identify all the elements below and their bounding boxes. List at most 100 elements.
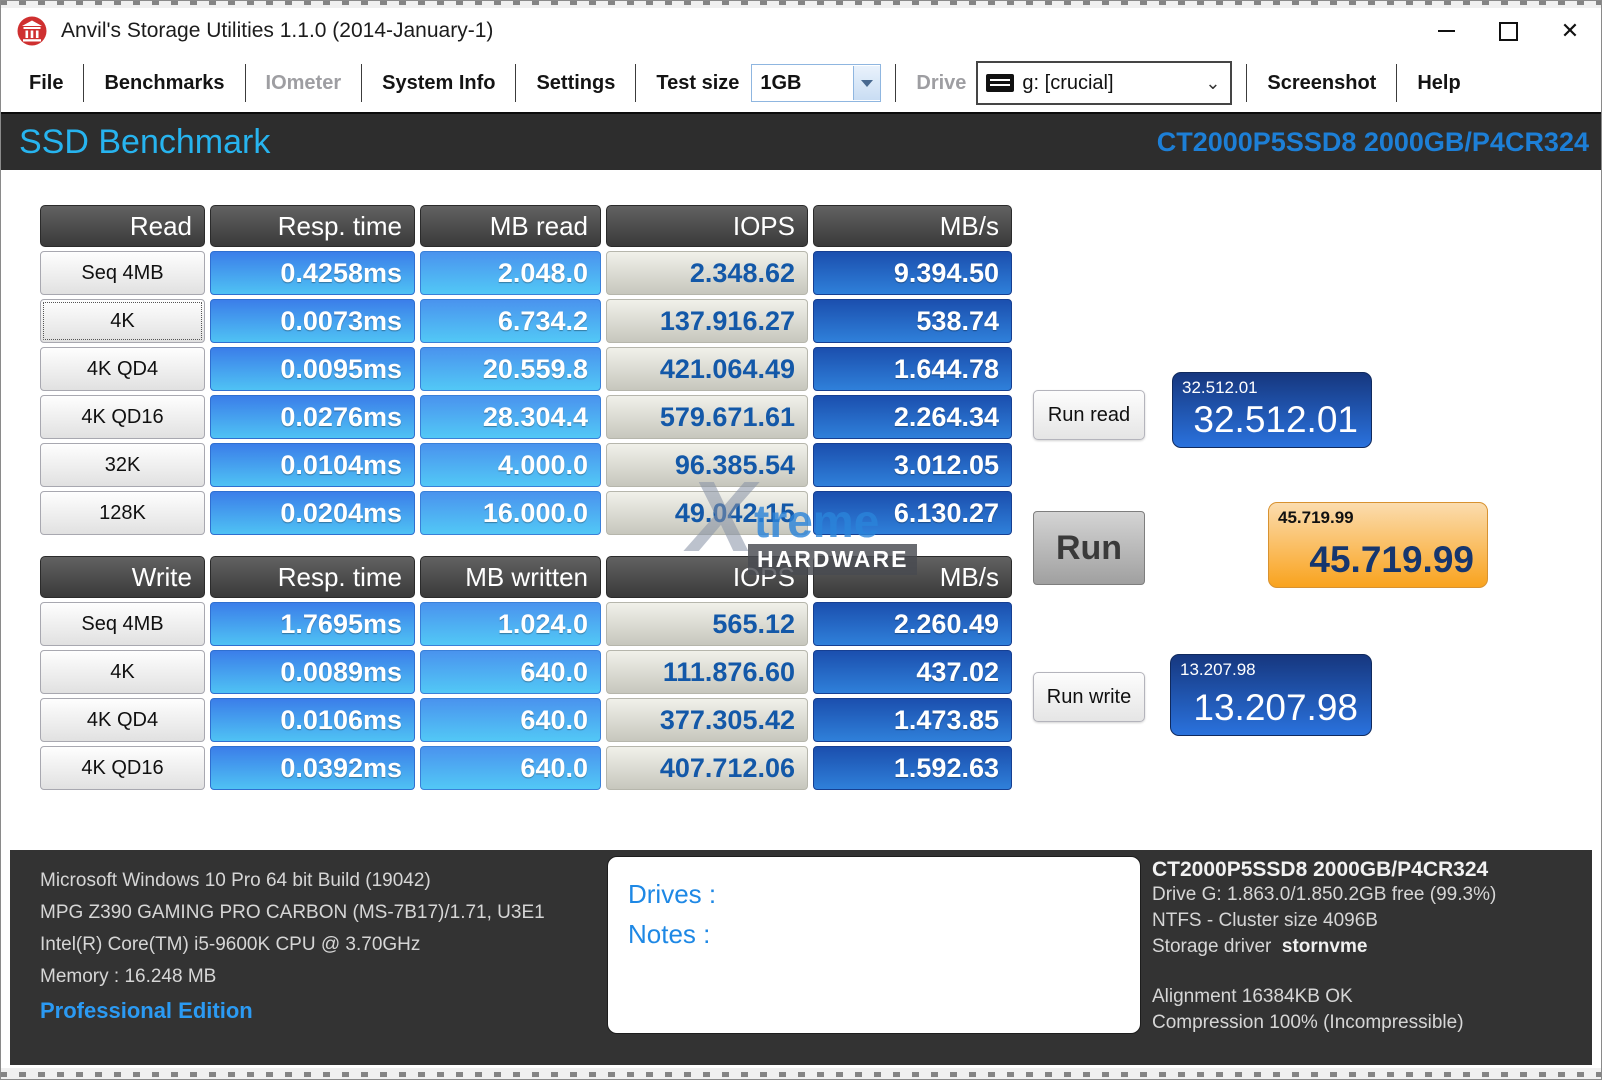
footer-drive-free: Drive G: 1.863.0/1.850.2GB free (99.3%) <box>1152 884 1496 906</box>
drive-select[interactable]: g: [crucial] ⌄ <box>976 61 1232 105</box>
read-mbs-cell: 2.264.34 <box>813 395 1012 439</box>
system-cpu-line: Intel(R) Core(TM) i5-9600K CPU @ 3.70GHz <box>40 934 420 956</box>
close-icon: ✕ <box>1561 20 1579 42</box>
read-resp-time-cell: 0.0073ms <box>210 299 415 343</box>
notes-box[interactable]: Drives : Notes : <box>607 856 1141 1034</box>
write-iops-cell: 565.12 <box>606 602 808 646</box>
maximize-icon <box>1499 22 1518 41</box>
menu-iometer: IOmeter <box>246 72 362 95</box>
menu-system-info[interactable]: System Info <box>362 72 515 95</box>
read-iops-cell: 96.385.54 <box>606 443 808 487</box>
write-mb-cell: 640.0 <box>420 650 601 694</box>
test-size-value: 1GB <box>752 72 853 95</box>
write-header-mbs: MB/s <box>813 556 1012 598</box>
write-header-resp-time: Resp. time <box>210 556 415 598</box>
read-resp-time-cell: 0.0095ms <box>210 347 415 391</box>
read-resp-time-cell: 0.0276ms <box>210 395 415 439</box>
read-mbs-cell: 538.74 <box>813 299 1012 343</box>
read-row-button-128k[interactable]: 128K <box>40 491 205 535</box>
read-iops-cell: 137.916.27 <box>606 299 808 343</box>
read-row-button-seq4mb[interactable]: Seq 4MB <box>40 251 205 295</box>
window-title: Anvil's Storage Utilities 1.1.0 (2014-Ja… <box>61 19 493 43</box>
write-row-button-seq4mb[interactable]: Seq 4MB <box>40 602 205 646</box>
desktop-sliver-bottom <box>0 1068 1602 1080</box>
read-score-small: 32.512.01 <box>1182 378 1258 398</box>
read-iops-cell: 579.671.61 <box>606 395 808 439</box>
write-mbs-cell: 2.260.49 <box>813 602 1012 646</box>
write-resp-time-cell: 0.0106ms <box>210 698 415 742</box>
minimize-button[interactable] <box>1415 9 1477 53</box>
total-score-small: 45.719.99 <box>1278 508 1354 528</box>
footer-panel: Microsoft Windows 10 Pro 64 bit Build (1… <box>10 850 1592 1065</box>
test-size-label: Test size <box>636 72 745 95</box>
menu-benchmarks[interactable]: Benchmarks <box>84 72 244 95</box>
read-mbs-cell: 9.394.50 <box>813 251 1012 295</box>
read-mb-cell: 2.048.0 <box>420 251 601 295</box>
write-mbs-cell: 437.02 <box>813 650 1012 694</box>
write-mb-cell: 640.0 <box>420 698 601 742</box>
read-row-button-4k[interactable]: 4K <box>40 299 205 343</box>
write-resp-time-cell: 1.7695ms <box>210 602 415 646</box>
write-iops-cell: 407.712.06 <box>606 746 808 790</box>
drives-label: Drives : <box>628 879 716 910</box>
menu-settings[interactable]: Settings <box>516 72 635 95</box>
read-header-iops: IOPS <box>606 205 808 247</box>
system-memory-line: Memory : 16.248 MB <box>40 966 216 988</box>
write-row-button-4kqd4[interactable]: 4K QD4 <box>40 698 205 742</box>
write-mbs-cell: 1.473.85 <box>813 698 1012 742</box>
footer-alignment: Alignment 16384KB OK <box>1152 986 1353 1008</box>
write-row-button-4kqd16[interactable]: 4K QD16 <box>40 746 205 790</box>
footer-compression: Compression 100% (Incompressible) <box>1152 1012 1464 1034</box>
read-mbs-cell: 1.644.78 <box>813 347 1012 391</box>
read-row-button-32k[interactable]: 32K <box>40 443 205 487</box>
total-score-large: 45.719.99 <box>1309 539 1474 581</box>
storage-driver-value: stornvme <box>1282 936 1368 957</box>
menu-help[interactable]: Help <box>1397 72 1480 95</box>
menu-screenshot[interactable]: Screenshot <box>1247 72 1396 95</box>
write-mb-cell: 1.024.0 <box>420 602 601 646</box>
write-score-large: 13.207.98 <box>1193 687 1358 729</box>
menu-file[interactable]: File <box>9 72 83 95</box>
read-score-large: 32.512.01 <box>1193 399 1358 441</box>
read-table: Read Resp. time MB read IOPS MB/s Seq 4M… <box>40 205 1012 535</box>
read-iops-cell: 421.064.49 <box>606 347 808 391</box>
run-button[interactable]: Run <box>1033 511 1145 585</box>
run-write-button[interactable]: Run write <box>1033 672 1145 722</box>
system-os-line: Microsoft Windows 10 Pro 64 bit Build (1… <box>40 870 431 892</box>
write-iops-cell: 377.305.42 <box>606 698 808 742</box>
write-resp-time-cell: 0.0089ms <box>210 650 415 694</box>
test-size-select[interactable]: 1GB <box>751 64 881 102</box>
read-score-box: 32.512.01 32.512.01 <box>1172 372 1372 448</box>
menu-bar: File Benchmarks IOmeter System Info Sett… <box>1 54 1601 114</box>
write-header-mb-written: MB written <box>420 556 601 598</box>
drive-icon <box>986 74 1014 92</box>
dropdown-arrow-icon <box>861 80 873 87</box>
read-mb-cell: 28.304.4 <box>420 395 601 439</box>
device-name: CT2000P5SSD8 2000GB/P4CR324 <box>1157 127 1589 158</box>
read-row-button-4kqd16[interactable]: 4K QD16 <box>40 395 205 439</box>
write-table: Write Resp. time MB written IOPS MB/s Se… <box>40 556 1012 790</box>
maximize-button[interactable] <box>1477 9 1539 53</box>
system-board-line: MPG Z390 GAMING PRO CARBON (MS-7B17)/1.7… <box>40 902 545 924</box>
chevron-down-icon: ⌄ <box>1205 73 1230 94</box>
read-mbs-cell: 6.130.27 <box>813 491 1012 535</box>
write-mbs-cell: 1.592.63 <box>813 746 1012 790</box>
read-header-mb-read: MB read <box>420 205 601 247</box>
app-icon <box>17 16 47 46</box>
banner: SSD Benchmark CT2000P5SSD8 2000GB/P4CR32… <box>1 112 1601 170</box>
read-mb-cell: 20.559.8 <box>420 347 601 391</box>
test-size-dropdown-button[interactable] <box>853 66 880 100</box>
write-resp-time-cell: 0.0392ms <box>210 746 415 790</box>
write-mb-cell: 640.0 <box>420 746 601 790</box>
run-read-button[interactable]: Run read <box>1033 390 1145 440</box>
footer-drive-title: CT2000P5SSD8 2000GB/P4CR324 <box>1152 858 1488 882</box>
footer-storage-driver: Storage driver stornvme <box>1152 936 1367 958</box>
write-score-small: 13.207.98 <box>1180 660 1256 680</box>
total-score-box: 45.719.99 45.719.99 <box>1268 502 1488 588</box>
write-row-button-4k[interactable]: 4K <box>40 650 205 694</box>
read-iops-cell: 49.042.15 <box>606 491 808 535</box>
read-row-button-4kqd4[interactable]: 4K QD4 <box>40 347 205 391</box>
write-header-iops: IOPS <box>606 556 808 598</box>
close-button[interactable]: ✕ <box>1539 9 1601 53</box>
read-mbs-cell: 3.012.05 <box>813 443 1012 487</box>
